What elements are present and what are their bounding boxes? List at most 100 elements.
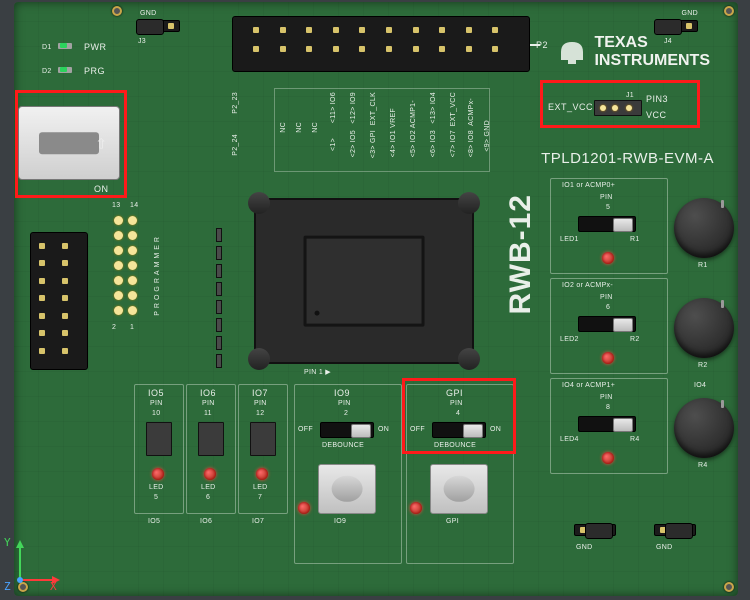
tp[interactable] <box>146 422 172 456</box>
col-label: NC <box>296 122 303 133</box>
col-label: EXT_VCC <box>450 92 457 126</box>
pot-r1[interactable] <box>674 198 734 258</box>
io4-extra: IO4 <box>694 382 706 389</box>
on-label: ON <box>378 426 389 433</box>
ti-chip-icon <box>558 38 586 66</box>
programmer-port[interactable] <box>30 232 88 370</box>
row-label: P2_24 <box>232 134 239 156</box>
ch-title: IO4 or ACMP1+ <box>562 382 615 389</box>
ch-num: 8 <box>606 404 610 411</box>
gnd-label: GND <box>656 544 672 551</box>
push-button-gpi[interactable] <box>430 464 488 514</box>
jumper-j3[interactable] <box>138 20 180 32</box>
gold-pins <box>128 216 137 315</box>
hole-icon <box>724 6 734 16</box>
led-green-icon <box>60 67 67 72</box>
row-label: P2_23 <box>232 92 239 114</box>
led-label: LED2 <box>560 336 579 343</box>
num13: 13 <box>112 202 120 209</box>
col-label: <2> IO5 <box>350 130 357 157</box>
io2-switch[interactable] <box>578 316 636 332</box>
pot-r4[interactable] <box>674 398 734 458</box>
led-red-icon <box>256 468 268 480</box>
led-red-icon <box>602 252 614 264</box>
pin-table <box>274 88 490 172</box>
num1: 1 <box>130 324 134 331</box>
jumper-j10[interactable] <box>654 524 696 536</box>
r-knob: R1 <box>698 262 708 269</box>
db-label: DEBOUNCE <box>322 442 364 449</box>
axis-y: Y <box>4 536 11 549</box>
io-pinnum: 12 <box>256 410 264 417</box>
io-pin: PIN <box>150 400 163 407</box>
led-num: 6 <box>206 494 210 501</box>
lever-icon[interactable] <box>458 348 480 370</box>
zif-socket[interactable] <box>254 198 474 364</box>
hole-icon <box>112 6 122 16</box>
mcu-marking: RWB-12 <box>504 194 538 314</box>
col-label: <9> GND <box>484 120 491 152</box>
led-red-icon <box>602 452 614 464</box>
prg-label: PRG <box>84 66 105 76</box>
r-label: R4 <box>630 436 640 443</box>
led-label: LED4 <box>560 436 579 443</box>
r-label: R2 <box>630 336 640 343</box>
arrow-icon <box>530 44 540 46</box>
highlight-power-switch <box>15 90 127 198</box>
io4-switch[interactable] <box>578 416 636 432</box>
io9-name: IO9 <box>334 388 350 398</box>
push-button-io9[interactable] <box>318 464 376 514</box>
col-label: <6> IO3 <box>430 130 437 157</box>
brand-line: TEXAS <box>594 34 710 52</box>
io-name: IO7 <box>252 388 268 398</box>
ch-pin: PIN <box>600 294 613 301</box>
ch-pin: PIN <box>600 394 613 401</box>
ch-pin: PIN <box>600 194 613 201</box>
col-label: ACMPx- <box>468 98 475 126</box>
ch-title: IO2 or ACMPx- <box>562 282 613 289</box>
col-label: <5> IO2 <box>410 130 417 157</box>
programmer-label: PROGRAMMER <box>154 234 161 316</box>
num2: 2 <box>112 324 116 331</box>
col-label: <4> IO1 <box>390 130 397 157</box>
lever-icon[interactable] <box>248 192 270 214</box>
tp[interactable] <box>250 422 276 456</box>
hole-icon <box>724 582 734 592</box>
jumper-j4[interactable] <box>656 20 698 32</box>
ch-title: IO1 or ACMP0+ <box>562 182 615 189</box>
bottom-label: IO6 <box>200 518 212 525</box>
gold-pins <box>114 216 123 315</box>
lever-icon[interactable] <box>458 192 480 214</box>
debounce-switch-io9[interactable] <box>320 422 374 438</box>
lever-icon[interactable] <box>248 348 270 370</box>
r-knob: R2 <box>698 362 708 369</box>
io9-num: 2 <box>344 410 348 417</box>
j3-des: J3 <box>138 38 146 45</box>
pin1-marker: PIN 1 ▶ <box>304 368 331 376</box>
highlight-gpi <box>402 378 516 454</box>
col-label: NC <box>280 122 287 133</box>
gnd-label: GND <box>682 10 698 17</box>
ti-logo: TEXAS INSTRUMENTS <box>558 34 710 70</box>
io9-pin: PIN <box>338 400 351 407</box>
col-label: <13> IO4 <box>430 92 437 124</box>
io-pin: PIN <box>202 400 215 407</box>
d1-des: D1 <box>42 44 52 51</box>
resistor-col <box>216 228 222 368</box>
jumper-j4[interactable] <box>574 524 616 536</box>
led-red-icon <box>152 468 164 480</box>
axis-gizmo: Y X Z <box>4 536 64 596</box>
idc-header-p2[interactable] <box>232 16 530 72</box>
highlight-vcc-jumper <box>540 80 700 128</box>
led-label: LED <box>149 484 164 491</box>
col-label: VREF <box>390 108 397 128</box>
led-red-icon <box>204 468 216 480</box>
tp[interactable] <box>198 422 224 456</box>
pot-r2[interactable] <box>674 298 734 358</box>
r-label: R1 <box>630 236 640 243</box>
ch-num: 5 <box>606 204 610 211</box>
io1-switch[interactable] <box>578 216 636 232</box>
axis-z: Z <box>4 580 11 593</box>
num14: 14 <box>130 202 138 209</box>
col-label: <3> GPI <box>370 130 377 158</box>
